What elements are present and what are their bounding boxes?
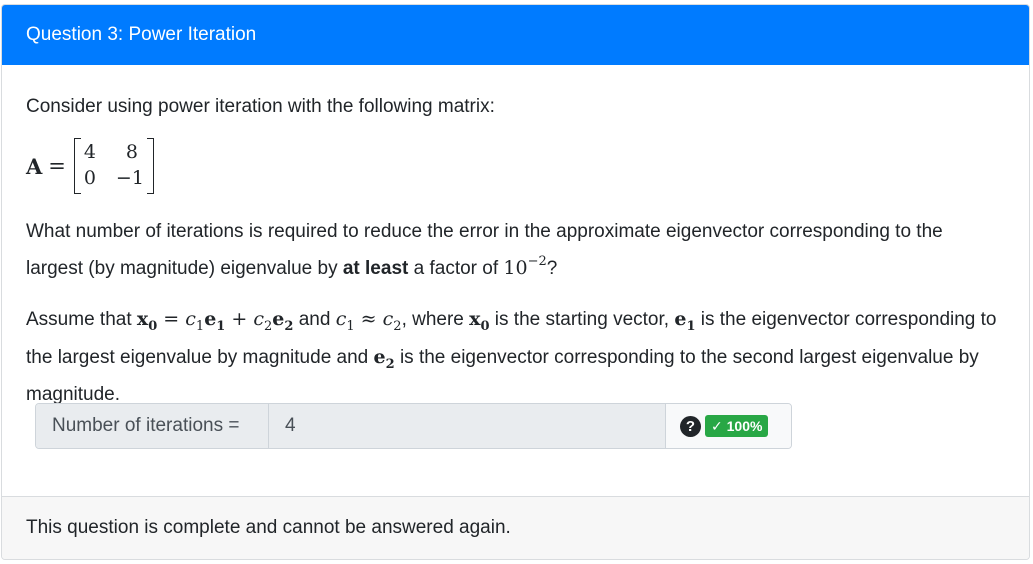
question-card: Question 3: Power Iteration Consider usi… <box>1 4 1030 560</box>
matrix-name: A <box>26 153 43 179</box>
answer-label: Number of iterations = <box>36 404 269 448</box>
matrix: 4 8 0 −1 <box>73 138 154 194</box>
question-header: Question 3: Power Iteration <box>2 5 1029 65</box>
matrix-cell: 8 <box>125 141 138 163</box>
matrix-cell: 0 <box>83 167 96 189</box>
equals-sign: = <box>48 154 66 178</box>
answer-input[interactable]: 4 <box>269 404 666 448</box>
score-badge: ✓ 100% <box>705 415 769 437</box>
question-title: Question 3: Power Iteration <box>26 24 257 45</box>
question-text: What number of iterations is required to… <box>26 221 943 279</box>
matrix-equation: A = 4 8 0 −1 <box>26 133 1005 199</box>
question-body: Consider using power iteration with the … <box>2 93 1029 410</box>
factor-exponent: −2 <box>527 254 547 269</box>
answer-input-group: Number of iterations = 4 ? ✓ 100% <box>35 403 792 449</box>
left-bracket <box>73 138 81 194</box>
intro-text: Consider using power iteration with the … <box>26 96 495 117</box>
question-circle-icon[interactable]: ? <box>680 415 701 437</box>
footer-text: This question is complete and cannot be … <box>26 517 511 538</box>
matrix-cell: −1 <box>115 167 144 189</box>
factor-base: 10 <box>503 257 528 279</box>
question-footer: This question is complete and cannot be … <box>2 496 1029 559</box>
answer-status: ? ✓ 100% <box>666 404 791 448</box>
assumption-text: Assume that x0 = c1e1 + c2e2 and c1 ≈ c2… <box>26 308 997 405</box>
emphasis-text: at least <box>342 258 409 279</box>
matrix-cell: 4 <box>83 141 96 163</box>
right-bracket <box>146 138 154 194</box>
